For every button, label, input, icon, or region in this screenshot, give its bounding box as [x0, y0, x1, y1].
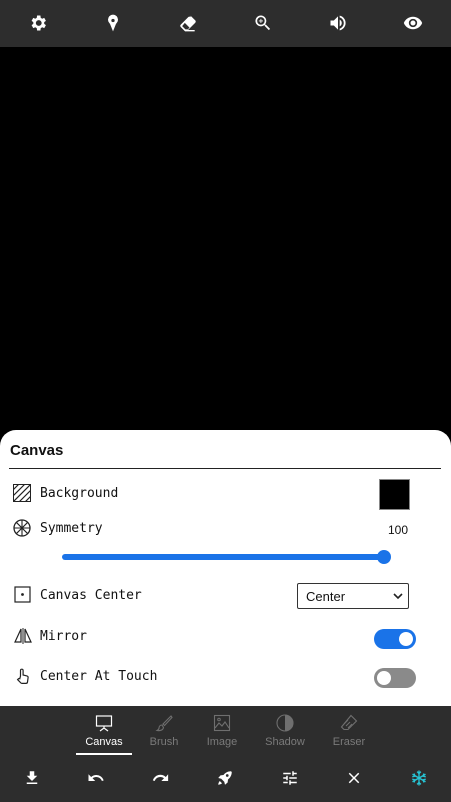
eye-icon[interactable] [401, 11, 425, 35]
eraser-icon [340, 714, 358, 732]
drawing-canvas[interactable] [0, 47, 451, 430]
canvas-center-icon [14, 586, 32, 604]
hatch-pattern-icon [12, 483, 32, 503]
tab-bar: Canvas Brush Image Shadow Eraser [0, 706, 451, 755]
zoom-in-icon[interactable] [251, 11, 275, 35]
mirror-icon [14, 627, 32, 645]
tab-canvas[interactable]: Canvas [76, 706, 132, 755]
tab-label: Eraser [332, 736, 366, 748]
symmetry-icon [13, 519, 31, 537]
shadow-icon [276, 714, 294, 732]
close-icon[interactable] [344, 768, 364, 788]
mirror-toggle-knob [399, 632, 413, 646]
touch-hand-icon [14, 667, 32, 685]
image-icon [213, 714, 231, 732]
tab-label: Canvas [85, 736, 123, 748]
mirror-toggle[interactable] [374, 629, 416, 649]
tab-label: Shadow [265, 736, 305, 748]
tab-shadow[interactable]: Shadow [257, 706, 313, 755]
bottom-toolbar [0, 755, 451, 802]
canvas-center-label: Canvas Center [40, 588, 142, 603]
panel-divider [9, 468, 441, 469]
volume-icon[interactable] [326, 11, 350, 35]
symmetry-label: Symmetry [40, 521, 103, 536]
brush-drop-icon[interactable] [101, 11, 125, 35]
gear-icon[interactable] [26, 11, 50, 35]
background-label: Background [40, 486, 119, 501]
canvas-center-select[interactable]: Center [297, 583, 409, 609]
symmetry-slider-thumb[interactable] [377, 550, 391, 564]
tab-brush[interactable]: Brush [136, 706, 192, 755]
eraser-icon[interactable] [176, 11, 200, 35]
panel-title: Canvas [10, 442, 64, 459]
center-at-touch-toggle-knob [377, 671, 391, 685]
tab-label: Image [206, 736, 238, 748]
tab-label: Brush [149, 736, 179, 748]
center-at-touch-toggle[interactable] [374, 668, 416, 688]
mirror-label: Mirror [40, 629, 87, 644]
background-color-swatch[interactable] [379, 479, 410, 510]
canvas-settings-panel: Canvas Background Symmetry 100 Canvas Ce… [0, 430, 451, 706]
tab-image[interactable]: Image [194, 706, 250, 755]
symmetry-value: 100 [388, 523, 409, 537]
download-icon[interactable] [22, 768, 42, 788]
rocket-icon[interactable] [215, 768, 235, 788]
sliders-icon[interactable] [280, 768, 300, 788]
canvas-center-selected: Center [306, 589, 346, 604]
undo-icon[interactable] [86, 768, 106, 788]
tab-eraser[interactable]: Eraser [321, 706, 377, 755]
center-at-touch-label: Center At Touch [40, 669, 158, 684]
symmetry-slider-track[interactable] [62, 554, 384, 560]
redo-icon[interactable] [151, 768, 171, 788]
brush-icon [155, 714, 173, 732]
snowflake-icon[interactable] [409, 768, 429, 788]
top-toolbar [0, 0, 451, 47]
easel-icon [95, 714, 113, 732]
chevron-down-icon [393, 593, 403, 600]
